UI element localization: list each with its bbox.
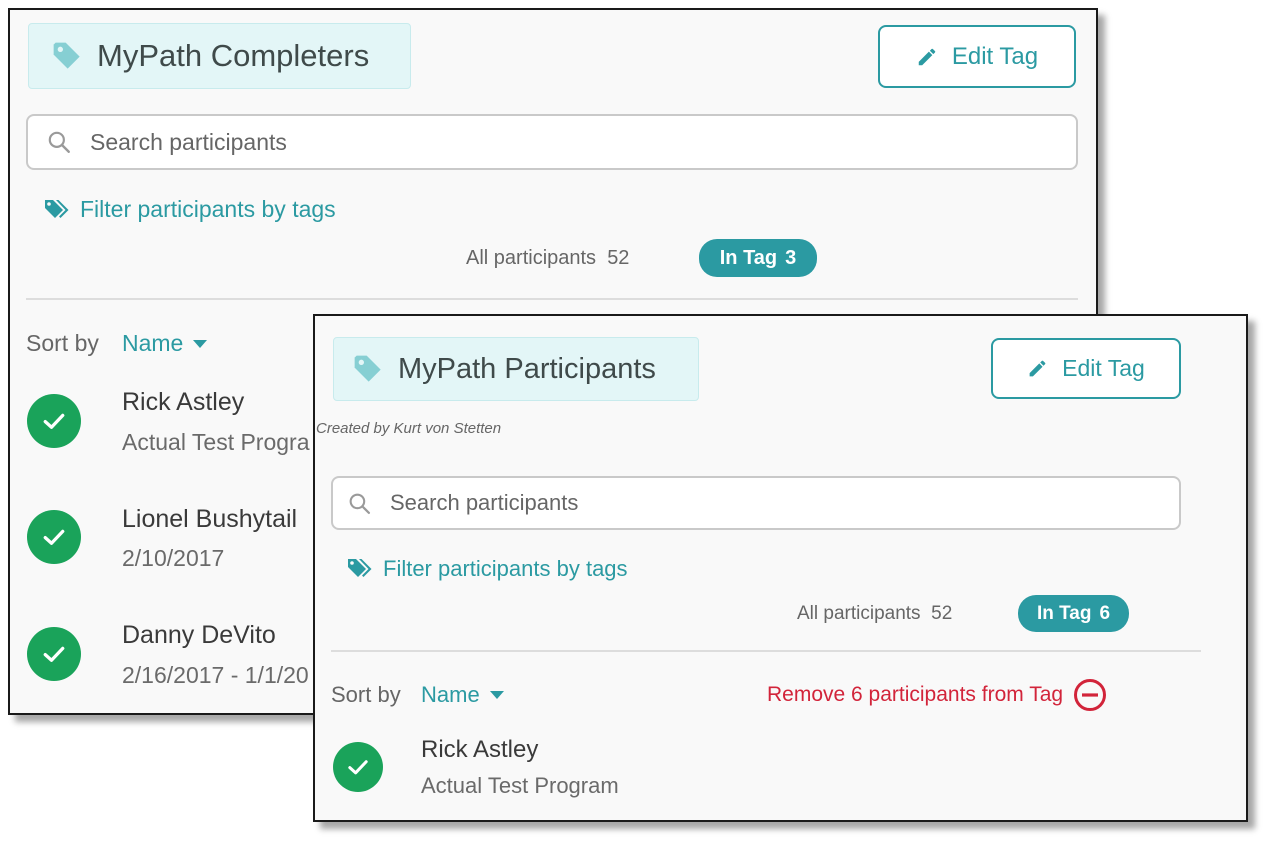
participant-date: 2/16/2017 - 1/1/20 <box>122 662 309 688</box>
filter-label: Filter participants by tags <box>80 196 336 222</box>
tag-icon <box>53 42 80 69</box>
in-tag-label: In Tag <box>719 246 778 269</box>
in-tag-toggle[interactable]: In Tag 3 <box>699 239 817 277</box>
search-icon <box>349 493 371 514</box>
filter-by-tags-link[interactable]: Filter participants by tags <box>347 556 628 582</box>
all-participants-number: 52 <box>931 603 953 624</box>
participant-name[interactable]: Lionel Bushytail <box>122 505 297 534</box>
sort-value: Name <box>122 330 184 356</box>
sort-dropdown[interactable]: Name <box>122 330 208 357</box>
remove-label: Remove 6 participants from Tag <box>767 683 1064 706</box>
participant-date: 2/10/2017 <box>122 545 225 571</box>
tags-icon <box>348 559 372 577</box>
all-participants-number: 52 <box>607 247 630 269</box>
in-tag-count: 6 <box>1099 602 1111 624</box>
caret-down-icon <box>489 691 504 699</box>
edit-tag-label: Edit Tag <box>1062 355 1145 381</box>
participant-program: Actual Test Progra <box>122 429 310 455</box>
all-participants-count[interactable]: All participants 52 <box>797 603 952 625</box>
tags-icon <box>45 199 69 218</box>
participant-name[interactable]: Danny DeVito <box>122 621 276 650</box>
tag-icon <box>354 355 381 382</box>
minus-circle-icon <box>1074 679 1107 711</box>
all-participants-label: All participants <box>797 603 921 624</box>
sort-by-label: Sort by <box>26 330 99 356</box>
check-circle-icon <box>27 394 81 448</box>
edit-tag-button[interactable]: Edit Tag <box>991 338 1181 399</box>
search-input[interactable] <box>388 489 1100 517</box>
created-by-text: Created by Kurt von Stetten <box>316 420 502 437</box>
in-tag-count: 3 <box>785 246 797 269</box>
in-tag-label: In Tag <box>1036 602 1092 624</box>
pencil-icon <box>918 48 936 65</box>
participant-program: Actual Test Program <box>421 773 619 798</box>
in-tag-toggle[interactable]: In Tag 6 <box>1018 595 1129 632</box>
pencil-icon <box>1029 360 1046 377</box>
caret-down-icon <box>193 339 208 348</box>
tag-panel-participants: MyPath Participants Created by Kurt von … <box>313 314 1248 822</box>
filter-by-tags-link[interactable]: Filter participants by tags <box>44 196 336 223</box>
participant-name[interactable]: Rick Astley <box>122 388 244 417</box>
sort-by-label: Sort by <box>331 682 401 707</box>
check-circle-icon <box>27 510 81 564</box>
participant-name[interactable]: Rick Astley <box>421 736 538 764</box>
remove-participants-link[interactable]: Remove 6 participants from Tag <box>767 678 1107 712</box>
sort-value: Name <box>421 682 480 707</box>
check-circle-icon <box>333 742 383 792</box>
sort-dropdown[interactable]: Name <box>421 682 504 708</box>
search-field[interactable] <box>331 476 1181 530</box>
tag-title-badge: MyPath Participants <box>333 337 699 401</box>
all-participants-count[interactable]: All participants 52 <box>466 247 629 270</box>
search-field[interactable] <box>26 114 1078 170</box>
edit-tag-label: Edit Tag <box>951 42 1039 70</box>
section-divider <box>26 298 1078 300</box>
tag-title-text: MyPath Completers <box>97 38 370 73</box>
all-participants-label: All participants <box>466 247 597 269</box>
tag-title-badge: MyPath Completers <box>28 23 411 89</box>
check-circle-icon <box>27 627 81 681</box>
tag-title-text: MyPath Participants <box>398 352 656 385</box>
search-input[interactable] <box>88 127 968 157</box>
filter-label: Filter participants by tags <box>383 556 628 581</box>
edit-tag-button[interactable]: Edit Tag <box>878 25 1076 88</box>
search-icon <box>48 131 70 153</box>
section-divider <box>331 650 1201 652</box>
